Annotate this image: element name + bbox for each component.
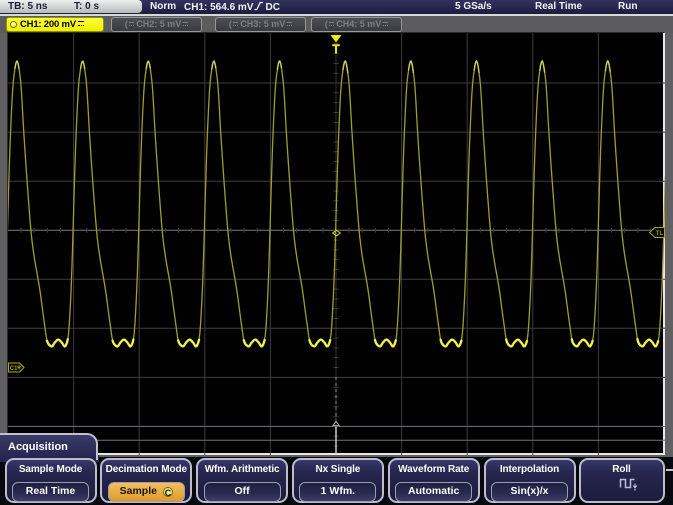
svg-text:TL: TL [656, 231, 664, 237]
svg-text:C1: C1 [10, 366, 18, 372]
